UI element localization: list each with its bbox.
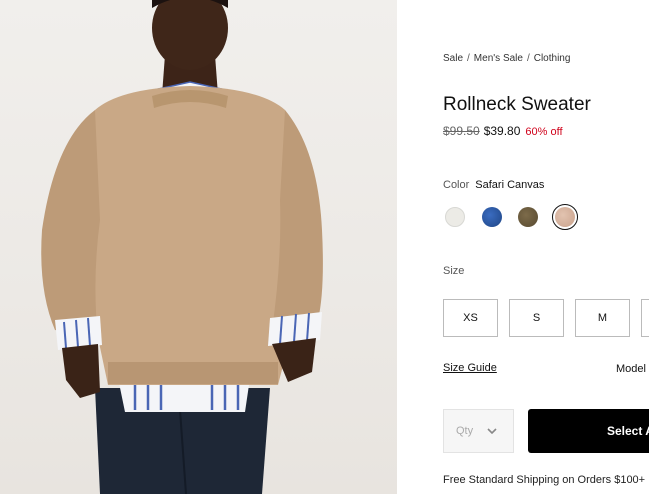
color-row: Color Safari Canvas xyxy=(443,179,544,191)
product-image[interactable] xyxy=(0,0,397,494)
discount-label: 60% off xyxy=(525,126,563,138)
size-button-l[interactable] xyxy=(641,299,649,337)
price-block: $99.50 $39.80 60% off xyxy=(443,124,563,138)
size-button-xs[interactable]: XS xyxy=(443,299,498,337)
color-swatch-safari-canvas[interactable] xyxy=(552,204,578,230)
quantity-select[interactable]: Qty xyxy=(443,409,514,453)
color-label: Color xyxy=(443,179,470,191)
breadcrumb-mens-sale[interactable]: Men's Sale xyxy=(474,53,523,64)
chevron-down-icon xyxy=(487,428,497,434)
product-info-panel: Sale / Men's Sale / Clothing Rollneck Sweate… xyxy=(443,0,649,494)
breadcrumb-clothing[interactable]: Clothing xyxy=(534,53,571,64)
selected-color-name: Safari Canvas xyxy=(475,179,545,191)
breadcrumb-separator: / xyxy=(467,53,470,64)
size-label: Size xyxy=(443,265,465,277)
product-title: Rollneck Sweater xyxy=(443,94,591,115)
sale-price: $39.80 xyxy=(483,124,521,138)
size-button-s[interactable]: S xyxy=(509,299,564,337)
color-swatch-olive[interactable] xyxy=(518,207,538,227)
model-photo xyxy=(41,0,323,494)
breadcrumb: Sale / Men's Sale / Clothing xyxy=(443,53,570,64)
select-size-button[interactable]: Select A xyxy=(528,409,649,453)
original-price: $99.50 xyxy=(443,124,480,138)
color-swatch-blue[interactable] xyxy=(482,207,502,227)
breadcrumb-sale[interactable]: Sale xyxy=(443,53,463,64)
color-swatch-white[interactable] xyxy=(445,207,465,227)
quantity-placeholder: Qty xyxy=(456,425,474,437)
size-button-m[interactable]: M xyxy=(575,299,630,337)
model-info: Model xyxy=(616,363,646,375)
size-guide-link[interactable]: Size Guide xyxy=(443,362,497,374)
shipping-note: Free Standard Shipping on Orders $100+ xyxy=(443,474,646,486)
breadcrumb-separator: / xyxy=(526,53,530,64)
